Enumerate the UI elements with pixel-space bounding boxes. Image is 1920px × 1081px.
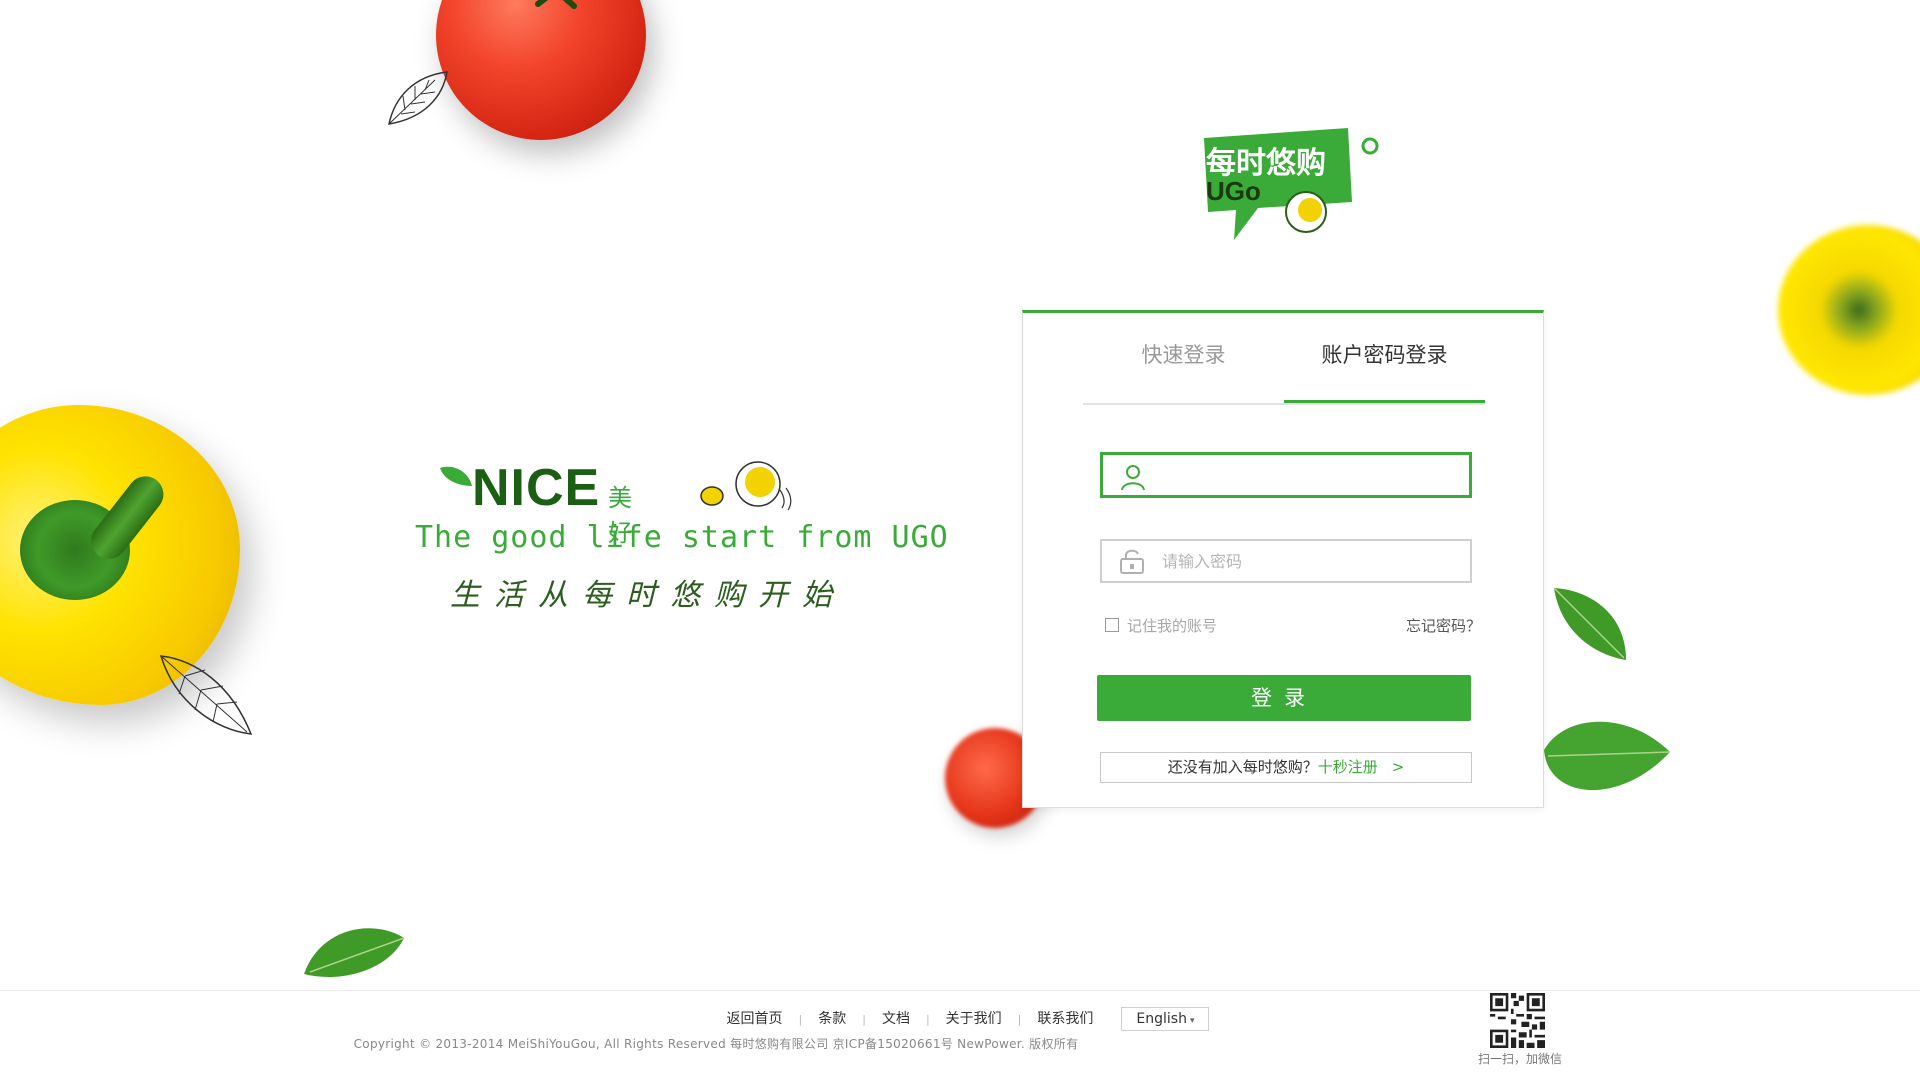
username-input[interactable] — [1163, 455, 1463, 495]
logo-en-text: UGo — [1206, 176, 1261, 206]
tomato-decoration — [436, 0, 646, 140]
leaf-sketch-icon — [388, 71, 448, 125]
password-input[interactable] — [1162, 541, 1462, 581]
leaf-icon — [1553, 587, 1626, 660]
lemon-sketch-icon — [700, 461, 792, 511]
lock-icon — [1120, 549, 1144, 574]
register-arrow: > — [1391, 758, 1405, 776]
footer-link-about[interactable]: 关于我们 — [946, 1008, 1002, 1028]
language-value: English — [1136, 1011, 1187, 1027]
language-select[interactable]: English ▾ — [1121, 1007, 1210, 1031]
yellow-pepper-blurred-decoration — [1778, 225, 1920, 395]
login-tabs: 快速登录 账户密码登录 — [1083, 313, 1485, 405]
password-field[interactable] — [1100, 539, 1472, 583]
tab-account-password-login[interactable]: 账户密码登录 — [1284, 313, 1485, 403]
leaf-icon — [440, 466, 472, 486]
chevron-down-icon: ▾ — [1189, 1016, 1195, 1026]
leaf-icon — [1544, 721, 1671, 791]
nice-text: NICE — [472, 459, 601, 517]
leaf-sketch-icon — [159, 655, 253, 735]
username-field[interactable] — [1100, 452, 1472, 498]
forgot-password-link[interactable]: 忘记密码？ — [1406, 615, 1481, 636]
remember-label: 记住我的账号 — [1127, 617, 1218, 635]
ugo-logo: 每时悠购 UGo — [1198, 124, 1388, 244]
qr-code-icon — [1490, 993, 1545, 1048]
footer-link-docs[interactable]: 文档 — [882, 1008, 910, 1028]
copyright: Copyright © 2013-2014 MeiShiYouGou, All … — [353, 1037, 1079, 1051]
tomato-stem-icon — [535, 0, 577, 9]
slogan-en: The good life start from UGO — [415, 520, 949, 555]
footer-link-terms[interactable]: 条款 — [818, 1008, 846, 1028]
footer: 返回首页 | 条款 | 文档 | 关于我们 | 联系我们 English ▾ Copyright ©… — [0, 990, 1920, 1081]
register-link[interactable]: 还没有加入每时悠购？十秒注册 > — [1100, 752, 1472, 783]
qr-caption: 扫一扫，加微信 — [1477, 1052, 1562, 1066]
remember-checkbox[interactable] — [1105, 618, 1119, 632]
login-panel: 快速登录 账户密码登录 记住我的账号 忘记密码？ 登录 还没有加入每时悠购？十秒… — [1022, 310, 1544, 808]
tab-quick-login[interactable]: 快速登录 — [1083, 313, 1284, 403]
login-button[interactable]: 登录 — [1097, 675, 1471, 721]
register-highlight[interactable]: 十秒注册 — [1318, 758, 1378, 776]
footer-link-contact[interactable]: 联系我们 — [1037, 1008, 1093, 1028]
footer-links: 返回首页 | 条款 | 文档 | 关于我们 | 联系我们 English ▾ — [0, 1007, 1920, 1031]
user-icon — [1121, 465, 1145, 491]
register-prefix: 还没有加入每时悠购？ — [1167, 758, 1318, 776]
footer-link-home[interactable]: 返回首页 — [727, 1008, 783, 1028]
leaf-icon — [304, 928, 405, 977]
yellow-pepper-decoration — [0, 405, 240, 705]
slogan-cn: 生活从每时悠购开始 — [450, 578, 846, 613]
